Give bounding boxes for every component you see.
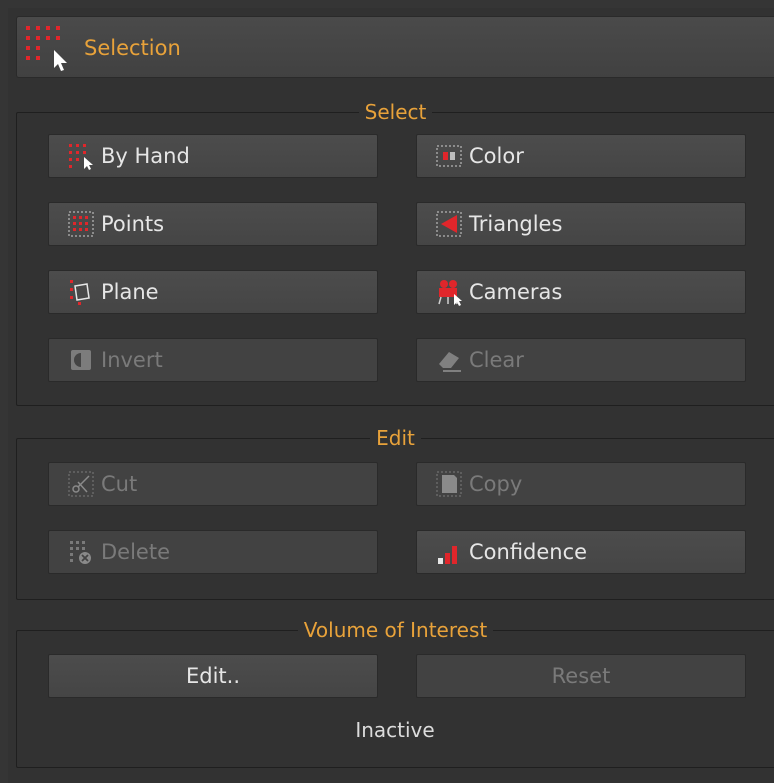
select-triangles-button[interactable]: Triangles	[416, 202, 746, 246]
select-cameras-button[interactable]: Cameras	[416, 270, 746, 314]
scissors-icon	[68, 471, 94, 497]
delete-label: Delete	[101, 540, 170, 564]
panel-title: Selection	[84, 36, 181, 60]
delete-points-icon	[70, 541, 91, 564]
copy-icon	[436, 471, 462, 497]
select-plane-button[interactable]: Plane	[48, 270, 378, 314]
camera-icon	[438, 280, 462, 306]
by-hand-label: By Hand	[101, 144, 190, 168]
hand-select-icon	[69, 144, 93, 170]
invert-icon	[71, 350, 91, 370]
confidence-label: Confidence	[469, 540, 588, 564]
delete-button[interactable]: Delete	[48, 530, 378, 574]
edit-group-title: Edit	[17, 425, 774, 451]
voi-edit-label: Edit..	[185, 664, 241, 688]
select-points-button[interactable]: Points	[48, 202, 378, 246]
clear-selection-button[interactable]: Clear	[416, 338, 746, 382]
triangle-icon	[436, 211, 462, 237]
select-color-button[interactable]: Color	[416, 134, 746, 178]
volume-of-interest-group: Volume of Interest	[16, 618, 774, 768]
triangles-label: Triangles	[469, 212, 563, 236]
invert-label: Invert	[101, 348, 163, 372]
copy-button[interactable]: Copy	[416, 462, 746, 506]
color-label: Color	[469, 144, 524, 168]
voi-edit-button[interactable]: Edit..	[48, 654, 378, 698]
cameras-label: Cameras	[469, 280, 563, 304]
plane-icon	[70, 280, 90, 305]
points-grid-icon	[68, 211, 94, 237]
confidence-button[interactable]: Confidence	[416, 530, 746, 574]
plane-label: Plane	[101, 280, 159, 304]
color-select-icon	[436, 145, 462, 167]
voi-reset-label: Reset	[551, 664, 611, 688]
voi-status-text: Inactive	[355, 718, 435, 742]
voi-group-title: Volume of Interest	[17, 617, 774, 643]
select-by-hand-button[interactable]: By Hand	[48, 134, 378, 178]
copy-label: Copy	[469, 472, 523, 496]
voi-reset-button[interactable]: Reset	[416, 654, 746, 698]
cut-button[interactable]: Cut	[48, 462, 378, 506]
clear-label: Clear	[469, 348, 524, 372]
cut-label: Cut	[101, 472, 138, 496]
invert-selection-button[interactable]: Invert	[48, 338, 378, 382]
selection-dots-cursor-icon	[26, 26, 67, 71]
points-label: Points	[101, 212, 165, 236]
select-group-title: Select	[17, 99, 774, 125]
confidence-bars-icon	[438, 546, 457, 564]
eraser-icon	[439, 352, 461, 372]
